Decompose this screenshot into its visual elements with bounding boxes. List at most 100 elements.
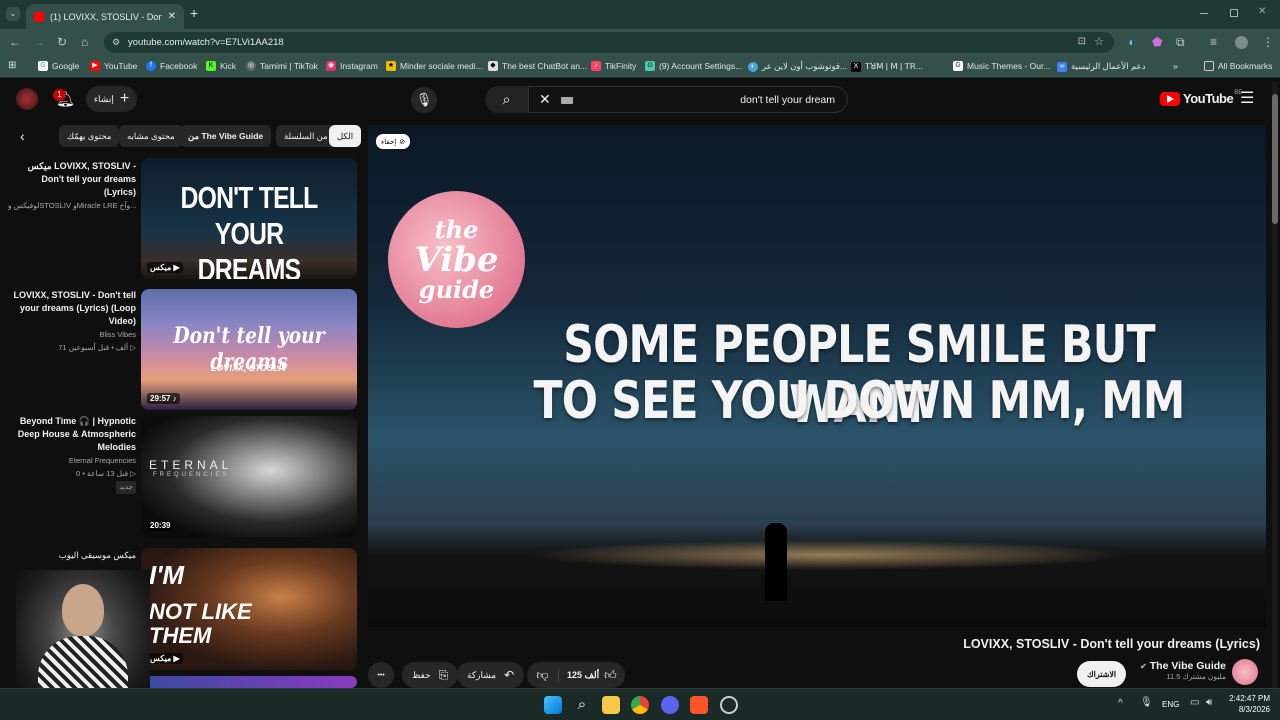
chip-series[interactable]: من السلسلة [276,125,336,147]
file-explorer-icon[interactable] [602,696,620,714]
bookmark-item[interactable]: ▶ YouTube [90,61,137,71]
keyboard-icon[interactable] [561,97,573,104]
tab-search-button[interactable]: ⌄ [6,7,20,21]
chips-back-icon[interactable]: ‹ [20,128,25,144]
channel-name: Bliss Vibes [99,330,136,339]
video-thumbnail[interactable]: Don't tell your dreams LOVIXX, STOSLIV 2… [141,289,357,410]
back-arrow-icon[interactable]: ← [9,35,21,49]
channel-avatar[interactable] [16,88,38,110]
site-info-icon[interactable]: ⚙ [112,37,120,48]
bookmark-item[interactable]: K Kick [206,61,236,71]
video-title: ميكس LOVIXX, STOSLIV - Don't tell your d… [27,161,136,197]
bookmark-item[interactable]: ★ Minder sociale medi... [386,61,483,71]
video-thumbnail[interactable]: ETERNAL FREQUENCIES 20:39 [141,416,357,537]
microphone-icon[interactable]: 🎙︎ [1140,697,1153,708]
lyric-line-2: TO SEE YOU DOWN MM, MM [533,371,1185,431]
active-tab[interactable]: (1) LOVIXX, STOSLIV - Don't tell ✕ [26,4,184,29]
bookmark-item[interactable]: ◉ Instagram [326,61,378,71]
more-actions-button[interactable]: ••• [368,662,394,688]
bookmark-item[interactable]: ◆ The best ChatBot an... [488,61,587,71]
guide-menu-icon[interactable]: ☰ [1240,88,1254,108]
app-icon[interactable] [720,696,738,714]
minimize-icon[interactable] [1200,13,1208,14]
discord-icon[interactable] [661,696,679,714]
bookmarks-overflow-icon[interactable]: » [1173,61,1178,71]
extension-shield-icon[interactable]: ⬟ [1152,35,1162,49]
clear-search-icon[interactable]: ✕ [539,91,551,108]
clock[interactable]: 2:42:47 PM 8/3/2026 [1224,693,1270,715]
chip-similar[interactable]: محتوى مشابه [119,125,183,147]
video-title: LOVIXX, STOSLIV - Don't tell your dreams… [963,637,1260,651]
subscribe-button[interactable]: الاشتراك [1077,661,1127,687]
language-indicator[interactable]: ENG [1162,700,1179,709]
forward-arrow-icon[interactable]: → [33,35,45,49]
voice-search-icon[interactable]: 🎙︎ [411,87,437,113]
clock-time: 2:42:47 PM [1229,694,1270,703]
bookmark-item[interactable]: f Facebook [146,61,197,71]
list-item[interactable]: ميكس LOVIXX, STOSLIV - Don't tell your d… [8,160,136,212]
bookmark-item[interactable]: ∞ دعم الأعمال الرئيسية [1057,61,1145,72]
photoshop-icon: ◐ [748,61,758,72]
share-button[interactable]: مشاركة ↶ [457,662,525,688]
search-icon[interactable]: ⌕ [573,696,591,714]
volume-icon[interactable]: 🔊︎ [1206,697,1212,708]
new-tab-button[interactable]: + [190,5,198,21]
google-icon: G [38,61,48,71]
youtube-logo[interactable]: YouTube BE [1160,90,1242,106]
brave-icon[interactable] [690,696,708,714]
create-button[interactable]: إنشاء + [86,86,137,112]
tab-close-icon[interactable]: ✕ [168,11,176,22]
reading-list-icon[interactable]: ≡ [1210,35,1217,49]
window-close-icon[interactable]: ✕ [1258,6,1266,17]
list-item[interactable]: LOVIXX, STOSLIV - Don't tell your dreams… [8,289,136,354]
video-duration: 29:57 ♪ [147,393,180,404]
scrollbar[interactable] [1272,82,1278,688]
chatbot-icon: ◆ [488,61,498,71]
video-player[interactable]: the Vibe guide SOME PEOPLE SMILE BUT WAN… [368,125,1266,627]
list-item[interactable]: ميكس موسيقى اليوب [8,549,136,562]
search-icon[interactable]: ⌕ [485,86,529,113]
install-app-icon[interactable]: ⊡ [1078,36,1086,47]
like-count[interactable]: 125 ألف [567,670,599,681]
video-thumbnail[interactable]: DON'T TELL YOUR DREAMS ميكس ▶ [141,158,357,279]
bookmark-item[interactable]: X ꓔꓤꓟ | ꓟ | ꓔꓣ... [851,61,923,72]
chrome-menu-icon[interactable]: ⋮ [1262,35,1274,49]
extension-audio-icon[interactable]: ◖ [1127,35,1134,49]
channel-avatar[interactable] [1232,659,1258,685]
save-button[interactable]: حفظ ⎘ [402,662,459,688]
bookmark-item[interactable]: G Google [38,61,79,71]
chip-channel[interactable]: من The Vibe Guide [180,125,272,147]
extensions-puzzle-icon[interactable]: ⧉ [1176,35,1185,50]
chip-related[interactable]: محتوى يهمّك [59,125,120,147]
chip-all[interactable]: الكل [329,125,362,147]
dislike-icon[interactable]: 👎︎ [527,667,559,683]
bookmark-item[interactable]: ♪ TikFinity [591,61,636,71]
address-bar[interactable]: ⚙ youtube.com/watch?v=E7LVi1AA218 ⊡ ☆ [104,32,1114,53]
video-thumbnail-partial[interactable] [141,676,357,688]
channel-info[interactable]: ✔ The Vibe Guide 11.5 مليون مشترك [1130,660,1226,681]
network-icon[interactable]: ▭ [1190,697,1199,708]
chrome-icon[interactable] [631,696,649,714]
apps-grid-icon[interactable]: ⊞ [8,60,16,71]
tray-overflow-icon[interactable]: ^ [1118,698,1123,709]
bookmark-item[interactable]: ◐ فوتوشوب أون لاين عر... [748,61,847,72]
video-thumbnail[interactable]: I'M NOT LIKE THEM ميكس ▶ [141,548,357,670]
profile-avatar-icon[interactable] [1235,36,1248,49]
search-input[interactable]: don't tell your dream [740,94,835,106]
reload-icon[interactable]: ↻ [57,35,67,49]
list-item[interactable]: Beyond Time 🎧 | Hypnotic Deep House & At… [8,415,136,494]
bookmark-item[interactable]: G Music Themes - Our... [953,61,1050,71]
all-bookmarks-button[interactable]: All Bookmarks [1204,61,1272,71]
windows-start-icon[interactable] [544,696,562,714]
restore-icon[interactable] [1230,9,1238,17]
like-icon[interactable]: 👍︎ [604,668,617,683]
bookmark-star-icon[interactable]: ☆ [1094,35,1104,48]
hide-overlay-button[interactable]: إخفاء ⊘ [376,134,411,149]
bookmark-item[interactable]: ⊙ (9) Account Settings... [645,61,742,71]
home-icon[interactable]: ⌂ [81,35,88,49]
scrollbar-thumb[interactable] [1272,94,1278,224]
bookmark-item[interactable]: ◎ Tamimi | TikTok [246,61,318,71]
facebook-icon: f [146,61,156,71]
search-box[interactable]: ⌕ ✕ don't tell your dream [485,86,848,113]
windows-taskbar: ⌕ ^ 🎙︎ ENG ▭ 🔊︎ 2:42:47 PM 8/3/2026 [0,688,1280,720]
